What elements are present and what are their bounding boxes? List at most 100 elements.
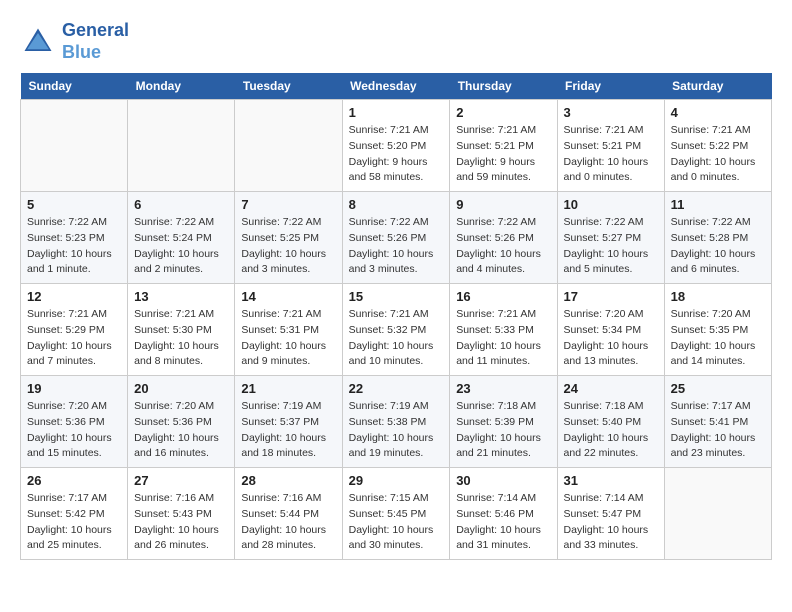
calendar-cell: 5Sunrise: 7:22 AMSunset: 5:23 PMDaylight… bbox=[21, 192, 128, 284]
day-detail: Sunrise: 7:22 AMSunset: 5:26 PMDaylight:… bbox=[456, 215, 550, 278]
day-detail: Sunrise: 7:18 AMSunset: 5:39 PMDaylight:… bbox=[456, 399, 550, 462]
calendar-cell: 15 Sunrise: 7:21 AMSunset: 5:32 PMDayligh… bbox=[342, 284, 450, 376]
calendar-cell: 25Sunrise: 7:17 AMSunset: 5:41 PMDayligh… bbox=[664, 376, 771, 468]
calendar-cell: 31 Sunrise: 7:14 AMSunset: 5:47 PMDayligh… bbox=[557, 468, 664, 560]
weekday-header-tuesday: Tuesday bbox=[235, 73, 342, 100]
day-number: 13 bbox=[134, 289, 228, 304]
day-detail: Sunrise: 7:21 AMSunset: 5:32 PMDaylight:… bbox=[349, 307, 444, 370]
day-number: 16 bbox=[456, 289, 550, 304]
week-row-4: 19 Sunrise: 7:20 AMSunset: 5:36 PMDayligh… bbox=[21, 376, 772, 468]
day-number: 30 bbox=[456, 473, 550, 488]
calendar-cell: 24Sunrise: 7:18 AMSunset: 5:40 PMDayligh… bbox=[557, 376, 664, 468]
day-number: 26 bbox=[27, 473, 121, 488]
day-number: 19 bbox=[27, 381, 121, 396]
calendar-cell bbox=[664, 468, 771, 560]
calendar-cell: 28Sunrise: 7:16 AMSunset: 5:44 PMDayligh… bbox=[235, 468, 342, 560]
page-header: General Blue bbox=[20, 20, 772, 63]
calendar-cell: 13Sunrise: 7:21 AMSunset: 5:30 PMDayligh… bbox=[128, 284, 235, 376]
day-detail: Sunrise: 7:21 AMSunset: 5:21 PMDaylight:… bbox=[564, 123, 658, 186]
calendar-cell: 8 Sunrise: 7:22 AMSunset: 5:26 PMDaylight… bbox=[342, 192, 450, 284]
day-number: 31 bbox=[564, 473, 658, 488]
day-detail: Sunrise: 7:19 AMSunset: 5:37 PMDaylight:… bbox=[241, 399, 335, 462]
day-number: 22 bbox=[349, 381, 444, 396]
day-number: 14 bbox=[241, 289, 335, 304]
week-row-1: 1 Sunrise: 7:21 AMSunset: 5:20 PMDaylight… bbox=[21, 100, 772, 192]
day-detail: Sunrise: 7:21 AMSunset: 5:20 PMDaylight:… bbox=[349, 123, 444, 186]
day-number: 20 bbox=[134, 381, 228, 396]
weekday-header-row: SundayMondayTuesdayWednesdayThursdayFrid… bbox=[21, 73, 772, 100]
weekday-header-saturday: Saturday bbox=[664, 73, 771, 100]
day-number: 15 bbox=[349, 289, 444, 304]
weekday-header-wednesday: Wednesday bbox=[342, 73, 450, 100]
calendar-cell: 1 Sunrise: 7:21 AMSunset: 5:20 PMDaylight… bbox=[342, 100, 450, 192]
day-detail: Sunrise: 7:21 AMSunset: 5:21 PMDaylight:… bbox=[456, 123, 550, 186]
day-number: 18 bbox=[671, 289, 765, 304]
day-number: 21 bbox=[241, 381, 335, 396]
calendar-cell: 2 Sunrise: 7:21 AMSunset: 5:21 PMDaylight… bbox=[450, 100, 557, 192]
day-number: 2 bbox=[456, 105, 550, 120]
day-number: 11 bbox=[671, 197, 765, 212]
day-detail: Sunrise: 7:21 AMSunset: 5:33 PMDaylight:… bbox=[456, 307, 550, 370]
calendar-cell: 10Sunrise: 7:22 AMSunset: 5:27 PMDayligh… bbox=[557, 192, 664, 284]
calendar-cell: 17 Sunrise: 7:20 AMSunset: 5:34 PMDayligh… bbox=[557, 284, 664, 376]
day-detail: Sunrise: 7:20 AMSunset: 5:36 PMDaylight:… bbox=[27, 399, 121, 462]
calendar-cell: 16 Sunrise: 7:21 AMSunset: 5:33 PMDayligh… bbox=[450, 284, 557, 376]
calendar-cell: 6 Sunrise: 7:22 AMSunset: 5:24 PMDaylight… bbox=[128, 192, 235, 284]
day-detail: Sunrise: 7:14 AMSunset: 5:46 PMDaylight:… bbox=[456, 491, 550, 554]
day-detail: Sunrise: 7:21 AMSunset: 5:29 PMDaylight:… bbox=[27, 307, 121, 370]
day-detail: Sunrise: 7:22 AMSunset: 5:26 PMDaylight:… bbox=[349, 215, 444, 278]
calendar-cell: 30 Sunrise: 7:14 AMSunset: 5:46 PMDayligh… bbox=[450, 468, 557, 560]
day-number: 12 bbox=[27, 289, 121, 304]
logo-icon bbox=[20, 24, 56, 60]
calendar-cell: 21 Sunrise: 7:19 AMSunset: 5:37 PMDayligh… bbox=[235, 376, 342, 468]
weekday-header-sunday: Sunday bbox=[21, 73, 128, 100]
day-number: 9 bbox=[456, 197, 550, 212]
day-detail: Sunrise: 7:17 AMSunset: 5:41 PMDaylight:… bbox=[671, 399, 765, 462]
calendar-cell: 9 Sunrise: 7:22 AMSunset: 5:26 PMDaylight… bbox=[450, 192, 557, 284]
day-detail: Sunrise: 7:20 AMSunset: 5:36 PMDaylight:… bbox=[134, 399, 228, 462]
day-detail: Sunrise: 7:22 AMSunset: 5:23 PMDaylight:… bbox=[27, 215, 121, 278]
day-number: 8 bbox=[349, 197, 444, 212]
calendar-cell: 12 Sunrise: 7:21 AMSunset: 5:29 PMDayligh… bbox=[21, 284, 128, 376]
day-number: 7 bbox=[241, 197, 335, 212]
day-detail: Sunrise: 7:20 AMSunset: 5:35 PMDaylight:… bbox=[671, 307, 765, 370]
day-detail: Sunrise: 7:17 AMSunset: 5:42 PMDaylight:… bbox=[27, 491, 121, 554]
week-row-5: 26 Sunrise: 7:17 AMSunset: 5:42 PMDayligh… bbox=[21, 468, 772, 560]
day-number: 28 bbox=[241, 473, 335, 488]
day-number: 10 bbox=[564, 197, 658, 212]
day-number: 6 bbox=[134, 197, 228, 212]
day-detail: Sunrise: 7:22 AMSunset: 5:25 PMDaylight:… bbox=[241, 215, 335, 278]
weekday-header-monday: Monday bbox=[128, 73, 235, 100]
day-detail: Sunrise: 7:14 AMSunset: 5:47 PMDaylight:… bbox=[564, 491, 658, 554]
calendar-cell: 29Sunrise: 7:15 AMSunset: 5:45 PMDayligh… bbox=[342, 468, 450, 560]
calendar-cell: 26 Sunrise: 7:17 AMSunset: 5:42 PMDayligh… bbox=[21, 468, 128, 560]
calendar-cell: 22 Sunrise: 7:19 AMSunset: 5:38 PMDayligh… bbox=[342, 376, 450, 468]
day-detail: Sunrise: 7:16 AMSunset: 5:43 PMDaylight:… bbox=[134, 491, 228, 554]
day-detail: Sunrise: 7:20 AMSunset: 5:34 PMDaylight:… bbox=[564, 307, 658, 370]
day-number: 29 bbox=[349, 473, 444, 488]
calendar-cell bbox=[128, 100, 235, 192]
week-row-2: 5Sunrise: 7:22 AMSunset: 5:23 PMDaylight… bbox=[21, 192, 772, 284]
day-number: 3 bbox=[564, 105, 658, 120]
calendar-cell bbox=[21, 100, 128, 192]
logo-text: General Blue bbox=[62, 20, 129, 63]
calendar-cell: 7 Sunrise: 7:22 AMSunset: 5:25 PMDaylight… bbox=[235, 192, 342, 284]
calendar-cell: 4Sunrise: 7:21 AMSunset: 5:22 PMDaylight… bbox=[664, 100, 771, 192]
weekday-header-thursday: Thursday bbox=[450, 73, 557, 100]
day-number: 24 bbox=[564, 381, 658, 396]
calendar-cell: 14Sunrise: 7:21 AMSunset: 5:31 PMDayligh… bbox=[235, 284, 342, 376]
calendar-cell: 18 Sunrise: 7:20 AMSunset: 5:35 PMDayligh… bbox=[664, 284, 771, 376]
day-detail: Sunrise: 7:22 AMSunset: 5:24 PMDaylight:… bbox=[134, 215, 228, 278]
calendar-cell: 20 Sunrise: 7:20 AMSunset: 5:36 PMDayligh… bbox=[128, 376, 235, 468]
weekday-header-friday: Friday bbox=[557, 73, 664, 100]
day-detail: Sunrise: 7:19 AMSunset: 5:38 PMDaylight:… bbox=[349, 399, 444, 462]
logo: General Blue bbox=[20, 20, 129, 63]
calendar-cell: 23Sunrise: 7:18 AMSunset: 5:39 PMDayligh… bbox=[450, 376, 557, 468]
day-number: 1 bbox=[349, 105, 444, 120]
calendar-cell bbox=[235, 100, 342, 192]
calendar-cell: 11Sunrise: 7:22 AMSunset: 5:28 PMDayligh… bbox=[664, 192, 771, 284]
calendar-cell: 27 Sunrise: 7:16 AMSunset: 5:43 PMDayligh… bbox=[128, 468, 235, 560]
day-number: 17 bbox=[564, 289, 658, 304]
calendar-cell: 3 Sunrise: 7:21 AMSunset: 5:21 PMDaylight… bbox=[557, 100, 664, 192]
day-number: 27 bbox=[134, 473, 228, 488]
